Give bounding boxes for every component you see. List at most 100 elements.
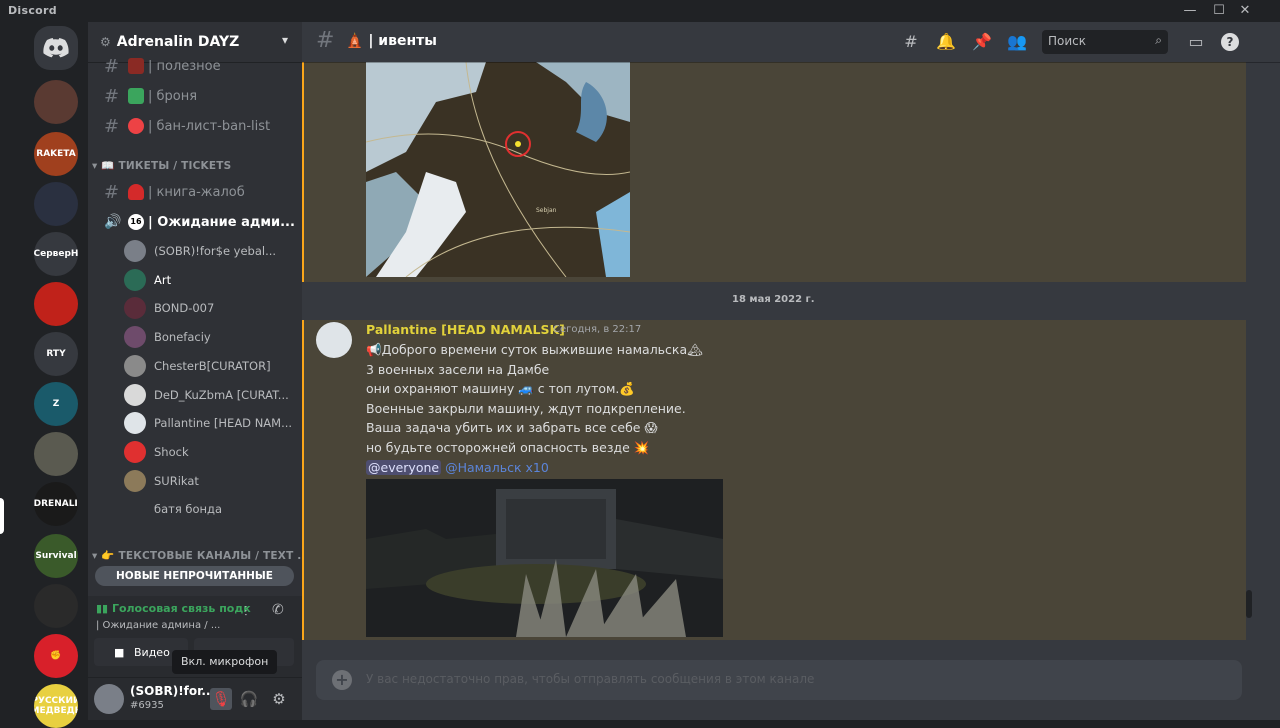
category-tickets[interactable]: ▾ 📖 ТИКЕТЫ / TICKETS — [92, 159, 231, 172]
voice-user[interactable]: BOND-007 — [124, 295, 294, 321]
chevron-down-icon: ▾ — [281, 33, 288, 47]
mention-role[interactable]: @Намальск x10 — [445, 460, 549, 475]
server-icon[interactable]: СерверН — [34, 232, 78, 276]
voice-user-name: SURikat — [154, 473, 199, 488]
settings-gear-icon[interactable]: ⚙ — [268, 688, 290, 710]
message-author[interactable]: Pallantine [HEAD NAMALSK] — [366, 322, 565, 337]
maximize-button[interactable]: ☐ — [1209, 2, 1229, 20]
date-divider-label: 18 мая 2022 г. — [732, 294, 815, 305]
channel-kniga-zhalob[interactable]: # | книга-жалоб — [96, 178, 296, 206]
member-list-icon[interactable]: 👥 — [1006, 31, 1028, 53]
photo-attachment[interactable] — [366, 479, 723, 637]
category-label: ТЕКСТОВЫЕ КАНАЛЫ / TEXT ... — [118, 550, 310, 562]
voice-user[interactable]: ChesterB[CURATOR] — [124, 353, 294, 379]
discord-logo-icon — [43, 38, 69, 58]
message-line: Ваша задача убить их и забрать все себе … — [366, 420, 658, 435]
voice-user[interactable]: DeD_KuZbmA [CURAT... — [124, 382, 294, 408]
server-icon[interactable]: Z — [34, 382, 78, 426]
channel-label: | броня — [148, 88, 198, 104]
avatar — [124, 469, 146, 492]
disconnect-icon[interactable]: ✆ — [272, 602, 284, 618]
video-label: Видео — [134, 645, 170, 659]
channel-ban-list[interactable]: # | бан-лист-ban-list — [96, 112, 296, 140]
mute-microphone-icon[interactable]: 🎙 — [210, 688, 232, 710]
server-icon[interactable] — [34, 80, 78, 124]
category-text-channels[interactable]: ▾ 👉 ТЕКСТОВЫЕ КАНАЛЫ / TEXT ... — [92, 549, 310, 562]
avatar — [124, 240, 146, 262]
channel-emoji-icon — [128, 88, 144, 104]
user-tag: #6935 — [130, 700, 164, 711]
voice-channel-name[interactable]: | Ожидание админа / ... — [96, 620, 220, 631]
microphone-tooltip: Вкл. микрофон — [172, 650, 278, 674]
channel-emoji-icon: 🛕 — [346, 33, 369, 49]
message-line: но будьте осторожней опасность везде 💥 — [366, 440, 650, 455]
close-window-button[interactable]: ✕ — [1235, 2, 1255, 20]
map-image-attachment[interactable]: Sebjan — [366, 62, 630, 277]
channel-label: | полезное — [148, 58, 221, 74]
threads-icon[interactable]: # — [900, 31, 922, 53]
siren-icon — [128, 184, 144, 200]
voice-user[interactable]: Shock — [124, 439, 294, 465]
inbox-icon[interactable]: ▭ — [1185, 31, 1207, 53]
voice-user[interactable]: Pallantine [HEAD NAM... — [124, 410, 294, 436]
voice-user[interactable]: Bonefaciy — [124, 324, 294, 350]
mention-everyone[interactable]: @everyone — [366, 460, 442, 475]
chevron-down-icon: ▾ 👉 — [92, 550, 119, 562]
guild-name: Adrenalin DAYZ — [116, 34, 240, 50]
server-icon[interactable] — [34, 282, 78, 326]
voice-status[interactable]: ▮▮ Голосовая связь подк — [96, 602, 251, 615]
search-icon: ⌕ — [1155, 33, 1162, 47]
channel-emoji-icon — [128, 58, 144, 74]
main-panel: # 🛕 | ивенты # 🔔 📌 👥 Поиск ⌕ ▭ ? Sebjan … — [302, 22, 1280, 720]
channel-poleznoe[interactable]: # | полезное — [96, 52, 296, 80]
voice-user[interactable]: Art — [124, 267, 294, 293]
server-icon[interactable]: ADRENALIN — [34, 482, 78, 526]
server-icon[interactable]: RAKETA — [34, 132, 78, 176]
no-entry-icon — [128, 118, 144, 134]
camera-icon: ■ — [114, 645, 125, 659]
noise-suppression-icon[interactable]: ⫶ — [244, 604, 248, 620]
headphones-icon[interactable]: 🎧 — [238, 688, 260, 710]
voice-user-name: Pallantine [HEAD NAM... — [154, 416, 293, 431]
pin-icon[interactable]: 📌 — [971, 31, 993, 53]
message-composer[interactable]: + У вас недостаточно прав, чтобы отправл… — [316, 660, 1242, 700]
help-icon[interactable]: ? — [1221, 33, 1239, 51]
channel-header: # 🛕 | ивенты # 🔔 📌 👥 Поиск ⌕ ▭ ? — [302, 22, 1280, 62]
channel-bronya[interactable]: # | броня — [96, 82, 296, 110]
server-icon[interactable]: Survival — [34, 534, 78, 578]
server-icon[interactable]: РУССКИЙ МЕДВЕДЬ — [34, 684, 78, 728]
window-titlebar: Discord — ☐ ✕ — [0, 0, 1280, 22]
avatar[interactable] — [316, 322, 352, 358]
discord-home-button[interactable] — [34, 26, 78, 70]
new-unreads-pill[interactable]: НОВЫЕ НЕПРОЧИТАННЫЕ — [95, 566, 294, 586]
add-attachment-icon[interactable]: + — [332, 670, 352, 690]
server-icon[interactable]: RTY — [34, 332, 78, 376]
scrollbar-thumb[interactable] — [1246, 590, 1252, 618]
voice-user-name: батя бонда — [154, 502, 223, 517]
chevron-down-icon: ▾ 📖 — [92, 160, 119, 172]
channel-label: | Ожидание адми... — [148, 214, 295, 230]
avatar[interactable] — [94, 684, 124, 714]
app-name: Discord — [8, 4, 57, 17]
server-icon[interactable] — [34, 584, 78, 628]
voice-channel-waiting[interactable]: 🔊 16 | Ожидание адми... — [96, 208, 296, 236]
search-input[interactable]: Поиск ⌕ — [1042, 30, 1168, 54]
voice-user-name: Shock — [154, 444, 189, 459]
minimize-button[interactable]: — — [1180, 2, 1200, 20]
avatar — [124, 354, 146, 377]
hash-icon: # — [104, 181, 120, 203]
voice-user[interactable]: батя бонда — [124, 496, 294, 522]
channel-title: 🛕 | ивенты — [346, 33, 437, 49]
search-placeholder: Поиск — [1048, 34, 1087, 48]
server-icon[interactable]: ✊ — [34, 634, 78, 678]
avatar — [124, 297, 146, 320]
notification-bell-icon[interactable]: 🔔 — [935, 31, 957, 53]
verified-badge-icon: ⚙ — [100, 35, 111, 49]
server-icon[interactable] — [34, 182, 78, 226]
scrollbar-track[interactable] — [1246, 62, 1280, 640]
highlight-bar — [302, 62, 304, 640]
voice-user[interactable]: SURikat — [124, 468, 294, 494]
server-icon[interactable] — [34, 432, 78, 476]
channel-label: | книга-жалоб — [148, 184, 245, 200]
voice-user[interactable]: (SOBR)!for$e yebal... — [124, 238, 294, 264]
